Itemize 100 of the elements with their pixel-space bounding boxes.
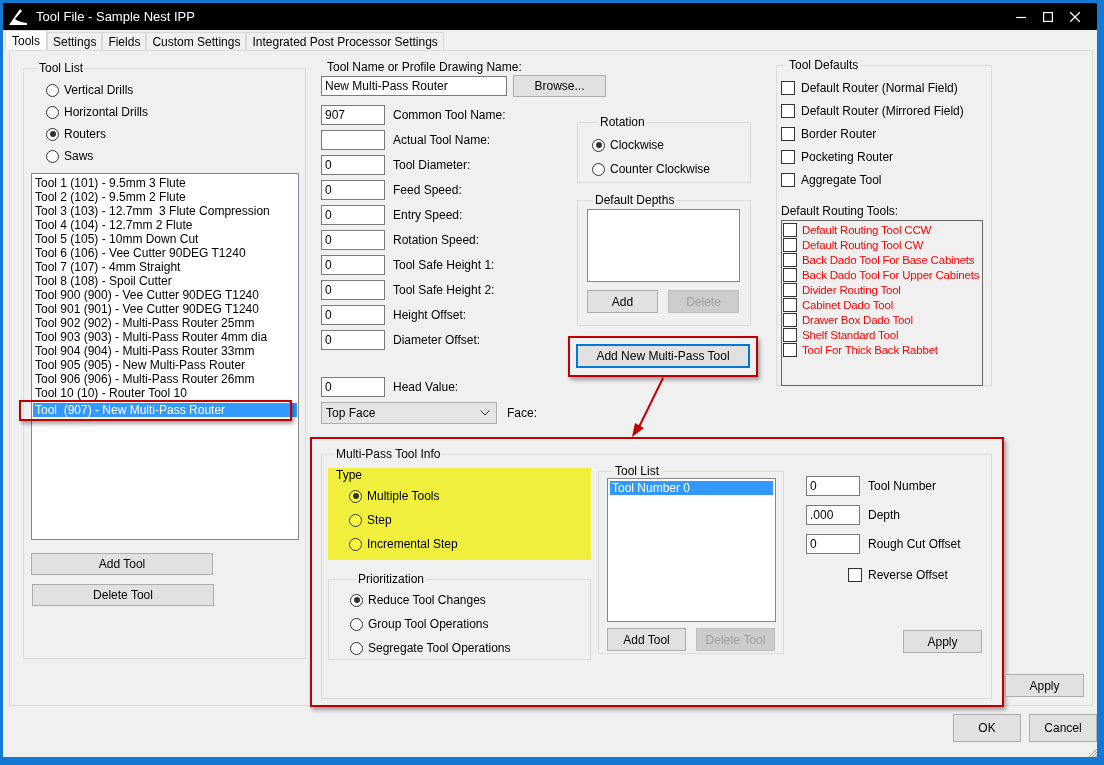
radio-button[interactable] xyxy=(592,162,605,176)
list-item[interactable]: Tool 901 (901) - Vee Cutter 90DEG T1240 xyxy=(33,302,297,316)
field-label: Height Offset: xyxy=(393,308,467,322)
list-item[interactable]: Tool 10 (10) - Router Tool 10 xyxy=(33,386,297,400)
add-multipass-button[interactable]: Add New Multi-Pass Tool xyxy=(576,344,750,368)
input-field[interactable]: 0 xyxy=(321,155,385,175)
checkbox-label: Default Routing Tool CCW xyxy=(802,223,932,236)
radio-button[interactable] xyxy=(592,138,605,152)
list-item[interactable]: Tool 902 (902) - Multi-Pass Router 25mm xyxy=(33,316,297,330)
delete-tool-button[interactable]: Delete Tool xyxy=(32,584,214,606)
radio-button[interactable] xyxy=(349,489,362,503)
radio-button[interactable] xyxy=(349,537,362,551)
option-label: Reduce Tool Changes xyxy=(368,593,486,607)
radio-button[interactable] xyxy=(46,83,59,97)
apply-button[interactable]: Apply xyxy=(903,630,982,653)
add-tool-button[interactable]: Add Tool xyxy=(31,553,213,575)
cancel-button[interactable]: Cancel xyxy=(1029,714,1097,742)
checkbox-label: Back Dado Tool For Base Cabinets xyxy=(802,253,975,266)
radio-button[interactable] xyxy=(46,127,59,141)
input-field[interactable]: 0 xyxy=(321,377,385,397)
tab[interactable]: Settings xyxy=(47,32,103,50)
radio-button[interactable] xyxy=(46,149,59,163)
option-label: Incremental Step xyxy=(367,537,458,551)
field-label: Tool Safe Height 1: xyxy=(393,258,495,272)
field-label: Feed Speed: xyxy=(393,183,462,197)
depth-button[interactable]: Add xyxy=(587,290,658,313)
group-label: Tool List xyxy=(38,61,85,75)
tool-name-field[interactable]: New Multi-Pass Router xyxy=(321,76,507,96)
option-label: Routers xyxy=(64,127,107,141)
list-item[interactable]: Tool 8 (108) - Spoil Cutter xyxy=(33,274,297,288)
checkbox[interactable] xyxy=(781,126,795,141)
window-title: Tool File - Sample Nest IPP xyxy=(36,9,195,24)
option-label: Multiple Tools xyxy=(367,489,440,503)
option-label: Vertical Drills xyxy=(64,83,134,97)
group-label: Rotation xyxy=(599,115,646,129)
checkbox[interactable] xyxy=(783,267,797,282)
input-field[interactable]: 0 xyxy=(806,476,860,496)
checkbox[interactable] xyxy=(783,282,797,297)
input-field[interactable]: 0 xyxy=(321,305,385,325)
input-field[interactable]: 0 xyxy=(321,205,385,225)
list-item[interactable]: Tool 906 (906) - Multi-Pass Router 26mm xyxy=(33,372,297,386)
checkbox[interactable] xyxy=(783,342,797,357)
apply-button[interactable]: Apply xyxy=(1005,674,1084,697)
input-field[interactable]: 0 xyxy=(321,230,385,250)
radio-button[interactable] xyxy=(350,641,363,655)
logo-icon xyxy=(7,7,29,26)
radio-button[interactable] xyxy=(46,105,59,119)
tool-button[interactable]: Add Tool xyxy=(607,628,686,651)
tab[interactable]: Fields xyxy=(102,32,147,50)
input-field[interactable]: .000 xyxy=(806,505,860,525)
list-item[interactable]: Tool 3 (103) - 12.7mm 3 Flute Compression xyxy=(33,204,297,218)
field-label: Rough Cut Offset xyxy=(868,537,961,551)
input-field[interactable]: 0 xyxy=(806,534,860,554)
radio-button[interactable] xyxy=(349,513,362,527)
list-item[interactable]: Tool 7 (107) - 4mm Straight xyxy=(33,260,297,274)
list-item[interactable]: Tool 5 (105) - 10mm Down Cut xyxy=(33,232,297,246)
checkbox[interactable] xyxy=(783,222,797,237)
input-field[interactable]: 0 xyxy=(321,255,385,275)
checkbox[interactable] xyxy=(783,327,797,342)
checkbox-label: Divider Routing Tool xyxy=(802,283,901,296)
checkbox[interactable] xyxy=(781,103,795,118)
close-icon[interactable] xyxy=(1070,11,1080,22)
list-item[interactable]: Tool 1 (101) - 9.5mm 3 Flute xyxy=(33,176,297,190)
checkbox[interactable] xyxy=(781,149,795,164)
checkbox-label: Back Dado Tool For Upper Cabinets xyxy=(802,268,980,281)
list-item[interactable]: Tool 905 (905) - New Multi-Pass Router xyxy=(33,358,297,372)
checkbox[interactable] xyxy=(783,312,797,327)
tab[interactable]: Custom Settings xyxy=(146,32,247,50)
input-field[interactable]: 0 xyxy=(321,280,385,300)
group-label: Tool List xyxy=(614,464,661,478)
list-item[interactable]: Tool 903 (903) - Multi-Pass Router 4mm dia xyxy=(33,330,297,344)
browse-button[interactable]: Browse... xyxy=(513,75,606,97)
list-item[interactable]: Tool 4 (104) - 12.7mm 2 Flute xyxy=(33,218,297,232)
input-field[interactable]: 0 xyxy=(321,330,385,350)
input-field[interactable]: 0 xyxy=(321,180,385,200)
resize-grip-icon[interactable] xyxy=(1087,747,1097,757)
tab[interactable]: Integrated Post Processor Settings xyxy=(246,32,444,50)
face-dropdown[interactable]: Top Face xyxy=(321,402,497,424)
tab[interactable]: Tools xyxy=(5,30,47,50)
group-label: Multi-Pass Tool Info xyxy=(335,447,442,461)
maximize-icon[interactable] xyxy=(1043,11,1053,22)
checkbox[interactable] xyxy=(848,567,862,582)
list-item[interactable]: Tool 904 (904) - Multi-Pass Router 33mm xyxy=(33,344,297,358)
field-label: Entry Speed: xyxy=(393,208,463,222)
radio-button[interactable] xyxy=(350,617,363,631)
checkbox[interactable] xyxy=(783,252,797,267)
field-label: Tool Number xyxy=(868,479,937,493)
option-label: Horizontal Drills xyxy=(64,105,149,119)
checkbox[interactable] xyxy=(781,80,795,95)
checkbox[interactable] xyxy=(783,237,797,252)
input-field[interactable] xyxy=(321,130,385,150)
checkbox[interactable] xyxy=(783,297,797,312)
list-item[interactable]: Tool 900 (900) - Vee Cutter 90DEG T1240 xyxy=(33,288,297,302)
group-label: Type xyxy=(336,468,363,482)
list-item[interactable]: Tool 6 (106) - Vee Cutter 90DEG T1240 xyxy=(33,246,297,260)
input-field[interactable]: 907 xyxy=(321,105,385,125)
list-item[interactable]: Tool 2 (102) - 9.5mm 2 Flute xyxy=(33,190,297,204)
ok-button[interactable]: OK xyxy=(953,714,1021,742)
radio-button[interactable] xyxy=(350,593,363,607)
checkbox[interactable] xyxy=(781,172,795,187)
